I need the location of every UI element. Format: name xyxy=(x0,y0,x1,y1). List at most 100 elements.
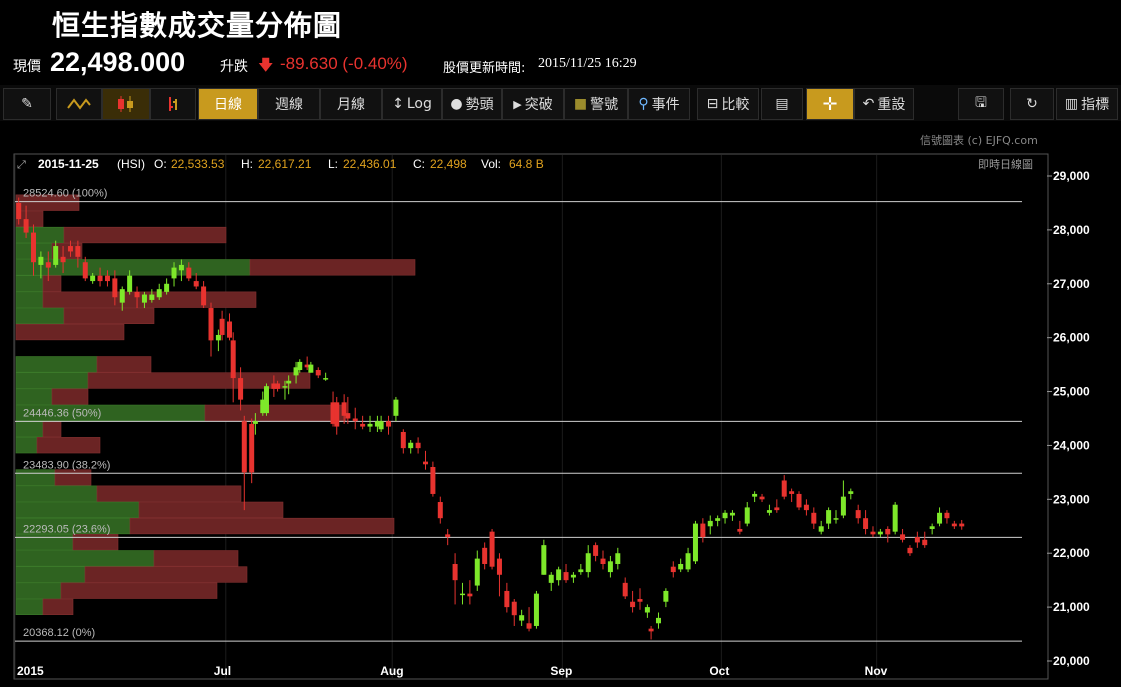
volume-bar-down xyxy=(249,259,416,276)
candle-body xyxy=(556,569,562,581)
candle-body xyxy=(171,267,177,279)
candle-body xyxy=(585,553,591,573)
candle-body xyxy=(818,526,824,532)
candle-body xyxy=(90,275,96,282)
crosshair-icon: ✛ xyxy=(822,93,838,115)
weekly-button[interactable]: 週線 xyxy=(258,88,320,120)
candle-body xyxy=(315,370,321,376)
volume-bar-down xyxy=(36,437,101,454)
expand-icon[interactable]: ⤢ xyxy=(17,159,26,171)
candle-body xyxy=(345,413,351,419)
y-tick-label: 23,000 xyxy=(1053,492,1090,506)
candle-body xyxy=(215,334,221,341)
candle-body xyxy=(744,507,750,524)
candle-body xyxy=(766,510,772,513)
y-axis: 29,000 28,000 27,000 26,000 25,000 24,000 23,0… xyxy=(1047,169,1090,668)
volume-bar-up xyxy=(15,307,65,324)
candle-body xyxy=(474,558,480,586)
candle-body xyxy=(164,283,170,292)
candle-body xyxy=(286,380,292,384)
list-icon: ▥ xyxy=(1064,96,1079,112)
candle-body xyxy=(352,418,358,422)
candle-body xyxy=(796,493,802,508)
log-button[interactable]: ↕ Log xyxy=(382,88,442,120)
candle-body xyxy=(663,590,669,602)
monthly-button[interactable]: 月線 xyxy=(320,88,382,120)
candle-body xyxy=(452,564,458,581)
ohlc-chart-button[interactable] xyxy=(150,88,196,120)
refresh-icon: ↻ xyxy=(1026,96,1038,112)
fib-label: 28524.60 (100%) xyxy=(23,188,107,200)
volume-bar-down xyxy=(42,275,62,292)
candle-body xyxy=(249,423,255,473)
volume-bar-down xyxy=(15,323,125,341)
reset-button[interactable]: ↶ 重設 xyxy=(854,88,914,120)
candle-body xyxy=(437,502,443,519)
indicator-button[interactable]: ▥ 指標 xyxy=(1056,88,1118,120)
volume-bar-up xyxy=(15,485,98,502)
candle-body xyxy=(263,386,269,414)
volume-bar-down xyxy=(60,582,218,599)
candle-body xyxy=(378,421,384,430)
candle-body xyxy=(511,601,517,616)
candlestick-icon xyxy=(118,96,133,112)
candle-body xyxy=(533,593,539,626)
crosshair-button[interactable]: ✛ xyxy=(806,88,854,120)
candle-body xyxy=(900,534,906,540)
breakout-button[interactable]: ▶ 突破 xyxy=(502,88,564,120)
compare-icon: ⊟ xyxy=(706,96,719,112)
info-high-label: H: xyxy=(241,157,253,171)
candle-body xyxy=(678,564,684,570)
event-button[interactable]: ⚲ 事件 xyxy=(628,88,690,120)
candle-body xyxy=(367,423,373,427)
chart-credit: 信號圖表 (c) EJFQ.com xyxy=(920,134,1038,147)
quote-bar: 現價 22,498.000 升跌 🡇 -89.630 (-0.40%) 股價更新… xyxy=(0,44,1121,84)
candle-body xyxy=(840,496,846,516)
candle-body xyxy=(692,523,698,562)
chart-area[interactable]: 28524.60 (100%) 24446.36 (50%) 23483.90 (3… xyxy=(0,150,1121,683)
toolbar: ✎ 日線 週線 月線 ↕ Log ● 勢頭 ▶ 突破 ■ 警號 ⚲ 事件 ⊟ 比較 ▤ ✛ … xyxy=(0,85,1121,121)
daily-button[interactable]: 日線 xyxy=(198,88,258,120)
candle-body xyxy=(408,442,414,449)
compare-button[interactable]: ⊟ 比較 xyxy=(697,88,759,120)
candle-body xyxy=(53,246,59,265)
candle-body xyxy=(700,523,706,538)
candle-body xyxy=(226,321,232,338)
candle-body xyxy=(593,545,599,556)
candle-body xyxy=(186,267,192,279)
alert-button[interactable]: ■ 警號 xyxy=(564,88,628,120)
square-icon: ■ xyxy=(573,96,588,112)
candle-body xyxy=(929,526,935,529)
y-tick-label: 22,000 xyxy=(1053,546,1090,560)
volume-bar-up xyxy=(15,356,98,373)
save-icon: 🖫 xyxy=(975,95,987,111)
info-symbol: (HSI) xyxy=(117,157,145,171)
candle-body xyxy=(219,318,225,335)
candle-body xyxy=(570,574,576,578)
y-tick-label: 27,000 xyxy=(1053,277,1090,291)
volume-bar-up xyxy=(15,598,44,615)
candle-body xyxy=(241,421,247,473)
candle-body xyxy=(445,534,451,538)
candle-body xyxy=(208,308,214,341)
vertical-arrows-icon: ↕ xyxy=(392,96,404,112)
save-button[interactable]: 🖫 xyxy=(958,88,1004,120)
candle-body xyxy=(959,523,965,527)
x-tick-label: Oct xyxy=(709,664,729,678)
trend-button[interactable]: ● 勢頭 xyxy=(442,88,502,120)
price-chart[interactable]: 28524.60 (100%) 24446.36 (50%) 23483.90 (3… xyxy=(0,150,1121,683)
info-low: 22,436.01 xyxy=(343,157,397,171)
candle-body xyxy=(112,278,118,298)
y-tick-label: 25,000 xyxy=(1053,385,1090,399)
refresh-button[interactable]: ↻ xyxy=(1010,88,1054,120)
y-tick-label: 29,000 xyxy=(1053,169,1090,183)
document-button[interactable]: ▤ xyxy=(761,88,803,120)
realtime-daily-label: 即時日線圖 xyxy=(978,157,1033,171)
undo-icon: ↶ xyxy=(862,96,875,112)
draw-button[interactable]: ✎ xyxy=(3,88,51,120)
volume-bar-down xyxy=(84,566,248,583)
candle-body xyxy=(282,386,288,388)
volume-bar-down xyxy=(51,388,89,405)
candle-chart-button[interactable] xyxy=(102,88,150,120)
line-chart-button[interactable] xyxy=(56,88,102,120)
